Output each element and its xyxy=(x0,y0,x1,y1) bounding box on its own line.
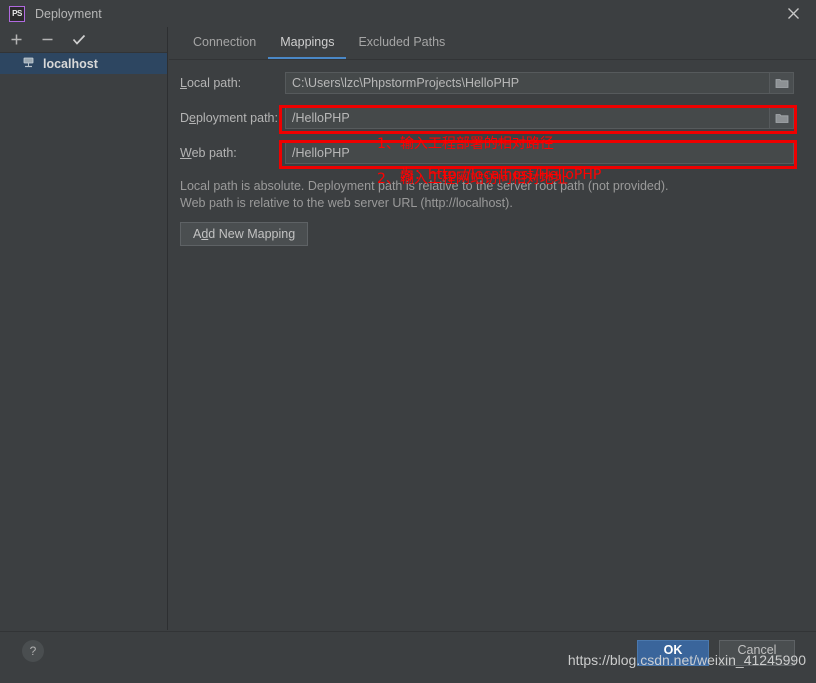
web-path-field-wrap: /HelloPHP xyxy=(285,142,794,164)
phpstorm-ps-icon: PS xyxy=(9,6,25,22)
folder-browse-icon[interactable] xyxy=(770,107,794,129)
add-server-icon[interactable] xyxy=(8,31,25,48)
server-icon xyxy=(23,57,37,71)
sidebar-item-localhost[interactable]: localhost xyxy=(0,53,167,74)
row-local-path: Local path: C:\Users\lzc\PhpstormProject… xyxy=(169,70,816,96)
tab-mappings[interactable]: Mappings xyxy=(268,27,346,59)
server-list: localhost xyxy=(0,53,167,74)
servers-sidebar: localhost xyxy=(0,27,168,630)
row-deployment-path: Deployment path: /HelloPHP xyxy=(169,105,816,131)
deployment-dialog: PS Deployment xyxy=(0,0,816,683)
deployment-path-input[interactable]: /HelloPHP xyxy=(285,107,770,129)
local-path-label: Local path: xyxy=(180,76,285,90)
local-path-input[interactable]: C:\Users\lzc\PhpstormProjects\HelloPHP xyxy=(285,72,770,94)
folder-browse-icon[interactable] xyxy=(770,72,794,94)
remove-server-icon[interactable] xyxy=(39,31,56,48)
tab-excluded-paths[interactable]: Excluded Paths xyxy=(346,27,457,59)
hint-line-1: Local path is absolute. Deployment path … xyxy=(180,178,816,195)
mappings-hint: Local path is absolute. Deployment path … xyxy=(169,175,816,212)
deployment-path-label: Deployment path: xyxy=(180,111,285,125)
main-panel: Connection Mappings Excluded Paths Local… xyxy=(169,27,816,630)
use-as-default-check-icon[interactable] xyxy=(70,31,87,48)
watermark: https://blog.csdn.net/weixin_41245990 xyxy=(0,652,806,668)
window-title: Deployment xyxy=(35,7,102,21)
sidebar-item-label: localhost xyxy=(43,57,98,71)
row-web-path: Web path: /HelloPHP xyxy=(169,140,816,166)
web-path-label: Web path: xyxy=(180,146,285,160)
sidebar-toolbar xyxy=(0,27,167,53)
mappings-form: Local path: C:\Users\lzc\PhpstormProject… xyxy=(169,60,816,246)
tab-connection[interactable]: Connection xyxy=(181,27,268,59)
web-path-input[interactable]: /HelloPHP xyxy=(285,142,794,164)
deployment-path-field-wrap: /HelloPHP xyxy=(285,107,794,129)
tab-bar: Connection Mappings Excluded Paths xyxy=(169,27,816,60)
hint-line-2: Web path is relative to the web server U… xyxy=(180,195,816,212)
add-new-mapping-button[interactable]: Add New Mapping xyxy=(180,222,308,246)
title-bar: PS Deployment xyxy=(0,0,816,27)
local-path-field-wrap: C:\Users\lzc\PhpstormProjects\HelloPHP xyxy=(285,72,794,94)
close-icon[interactable] xyxy=(770,0,816,27)
